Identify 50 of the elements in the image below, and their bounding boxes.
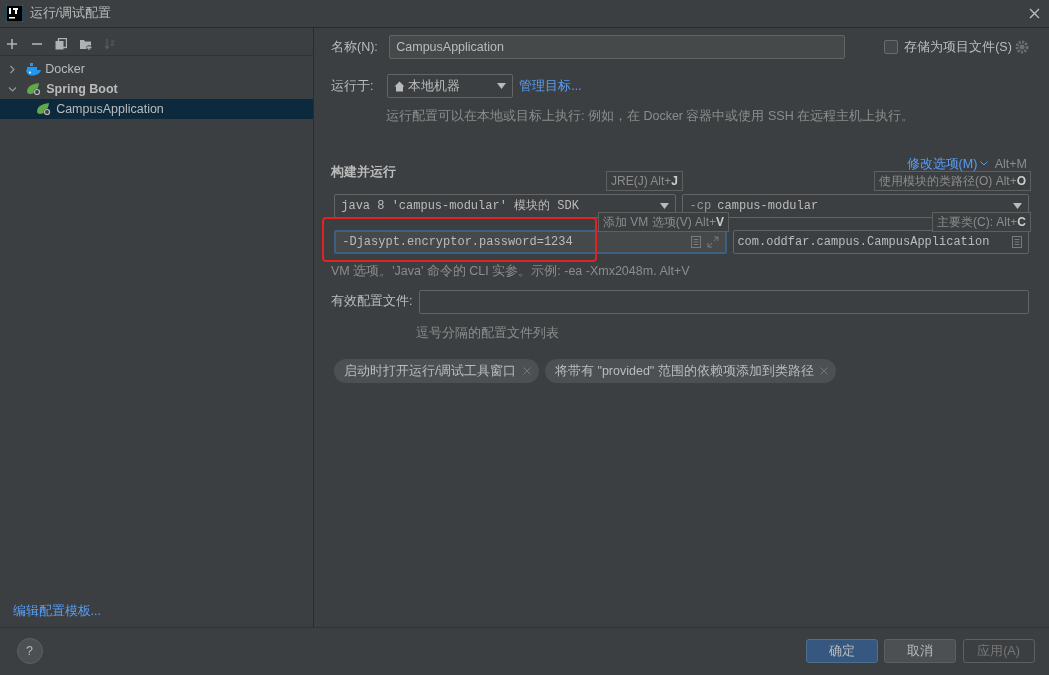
- close-icon[interactable]: [1028, 8, 1040, 19]
- modify-options-link[interactable]: 修改选项(M): [906, 156, 978, 171]
- help-button[interactable]: ?: [16, 638, 43, 664]
- tree-item[interactable]: Spring Boot: [0, 79, 313, 100]
- main-class-field[interactable]: com.oddfar.campus.CampusApplication: [733, 229, 1029, 254]
- chevron-down-icon[interactable]: [8, 84, 17, 94]
- section-heading: 构建并运行: [331, 163, 396, 181]
- profiles-hint: 逗号分隔的配置文件列表: [416, 326, 559, 341]
- vm-options-hint: VM 选项。'Java' 命令的 CLI 实参。示例: -ea -Xmx2048m. Alt+V: [331, 263, 690, 278]
- chevron-right-icon[interactable]: [8, 64, 17, 74]
- run-on-label: 运行于:: [331, 77, 375, 95]
- caret-icon: [1012, 202, 1022, 209]
- copy-icon[interactable]: [55, 37, 68, 50]
- option-tag[interactable]: 启动时打开运行/调试工具窗口: [334, 359, 539, 383]
- edit-templates-link[interactable]: 编辑配置模板...: [12, 604, 101, 618]
- caret-icon: [659, 202, 669, 209]
- profiles-label: 有效配置文件:: [331, 293, 414, 311]
- tooltip: 使用模块的类路径(O) Alt+O: [874, 170, 1031, 191]
- tree-item[interactable]: Docker: [0, 59, 313, 80]
- manage-targets-link[interactable]: 管理目标...: [519, 76, 582, 96]
- chevron-icon: [980, 161, 989, 167]
- option-tag[interactable]: 将带有 "provided" 范围的依赖项添加到类路径: [545, 359, 836, 383]
- add-icon[interactable]: [6, 37, 19, 50]
- leaf-gear-icon: [36, 102, 53, 117]
- caret-icon: [496, 83, 506, 89]
- name-field[interactable]: CampusApplication: [389, 35, 845, 59]
- home-icon: [394, 80, 406, 92]
- run-on-hint: 运行配置可以在本地或目标上执行: 例如，在 Docker 容器中或使用 SSH 在远程主机上执行。: [386, 109, 915, 123]
- window-title: 运行/调试配置: [29, 5, 111, 23]
- tooltip: 添加 VM 选项(V) Alt+V: [598, 211, 730, 232]
- target-dropdown[interactable]: 本地机器: [387, 74, 513, 98]
- app-logo-icon: [6, 5, 24, 22]
- new-folder-icon[interactable]: [79, 37, 92, 50]
- checkbox-label[interactable]: 存储为项目文件(S): [904, 37, 1012, 57]
- shortcut-text: Alt+M: [994, 156, 1027, 171]
- ok-button[interactable]: 确定: [806, 639, 878, 663]
- name-label: 名称(N):: [331, 38, 379, 56]
- tooltip: 主要类(C): Alt+C: [932, 211, 1031, 232]
- cancel-button[interactable]: 取消: [884, 639, 957, 663]
- tree-item[interactable]: CampusApplication: [0, 99, 313, 120]
- expand-icon[interactable]: [706, 235, 719, 248]
- vm-options-field[interactable]: -Djasypt.encryptor.password=1234: [334, 229, 727, 254]
- checkbox[interactable]: [883, 40, 898, 54]
- document-icon[interactable]: [1011, 235, 1022, 248]
- document-icon[interactable]: [690, 235, 701, 248]
- whale-icon: [26, 62, 43, 77]
- gear-icon[interactable]: [1015, 40, 1029, 54]
- profiles-field[interactable]: [419, 289, 1029, 314]
- tooltip: JRE(J) Alt+J: [606, 170, 684, 191]
- classpath-dropdown[interactable]: -cp campus-modular: [682, 193, 1029, 218]
